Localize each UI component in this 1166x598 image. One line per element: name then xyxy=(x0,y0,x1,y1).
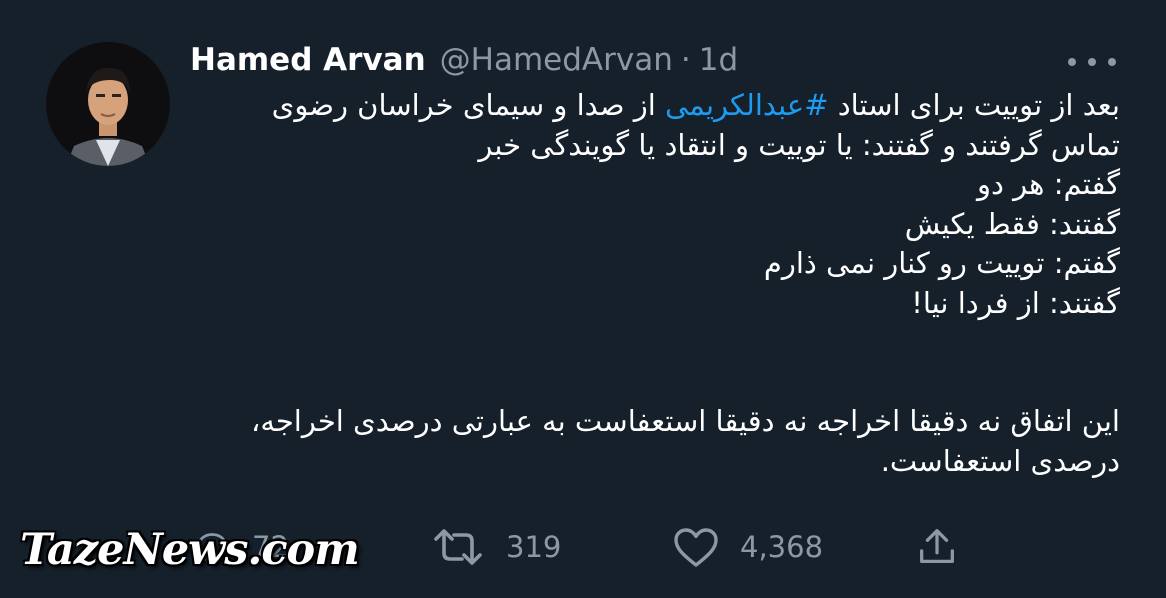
tweet-header: Hamed Arvan @HamedArvan · 1d xyxy=(190,40,738,80)
retweet-button[interactable]: 319 xyxy=(430,522,561,572)
more-icon[interactable] xyxy=(1068,50,1116,74)
tweet-line-1-suffix: از صدا و سیمای خراسان رضوی xyxy=(271,88,666,122)
more-dot xyxy=(1088,58,1096,66)
share-button[interactable] xyxy=(914,522,960,572)
tweet-line-7: این اتفاق نه دقیقا اخراجه نه دقیقا استعف… xyxy=(250,404,1120,438)
retweet-icon xyxy=(434,529,482,565)
tweet-line-8: درصدی استعفاست. xyxy=(880,443,1120,478)
tweet-line-6: گفتند: از فردا نیا! xyxy=(911,285,1120,320)
tweet-line-1: بعد از توییت برای استاد #عبدالکریمی از ص… xyxy=(180,86,1120,126)
like-count: 4,368 xyxy=(740,530,824,564)
like-icon xyxy=(674,528,718,567)
tweet-line-3: گفتم: هر دو xyxy=(977,167,1120,201)
tweet-line-2: تماس گرفتند و گفتند: یا توییت و انتقاد ی… xyxy=(478,127,1120,162)
tweet-text: بعد از توییت برای استاد #عبدالکریمی از ص… xyxy=(180,86,1120,481)
hashtag-link[interactable]: #عبدالکریمی xyxy=(665,88,829,122)
author-handle[interactable]: @HamedArvan xyxy=(440,42,673,78)
tweet-line-1-prefix: بعد از توییت برای استاد xyxy=(828,88,1120,122)
like-button[interactable]: 4,368 xyxy=(672,522,823,572)
more-dot xyxy=(1108,58,1116,66)
tweet-time[interactable]: 1d xyxy=(699,42,738,78)
tweet-line-5: گفتم: توییت رو کنار نمی ذارم xyxy=(763,246,1120,280)
avatar[interactable] xyxy=(46,42,170,166)
share-icon xyxy=(920,529,954,564)
header-separator: · xyxy=(680,42,691,78)
watermark-text: TazeNews.com xyxy=(20,525,360,575)
avatar-image xyxy=(46,42,170,166)
tweet-line-4: گفتند: فقط یکیش xyxy=(904,206,1120,241)
author-name[interactable]: Hamed Arvan xyxy=(190,42,426,78)
retweet-count: 319 xyxy=(506,530,562,564)
more-dot xyxy=(1068,58,1076,66)
